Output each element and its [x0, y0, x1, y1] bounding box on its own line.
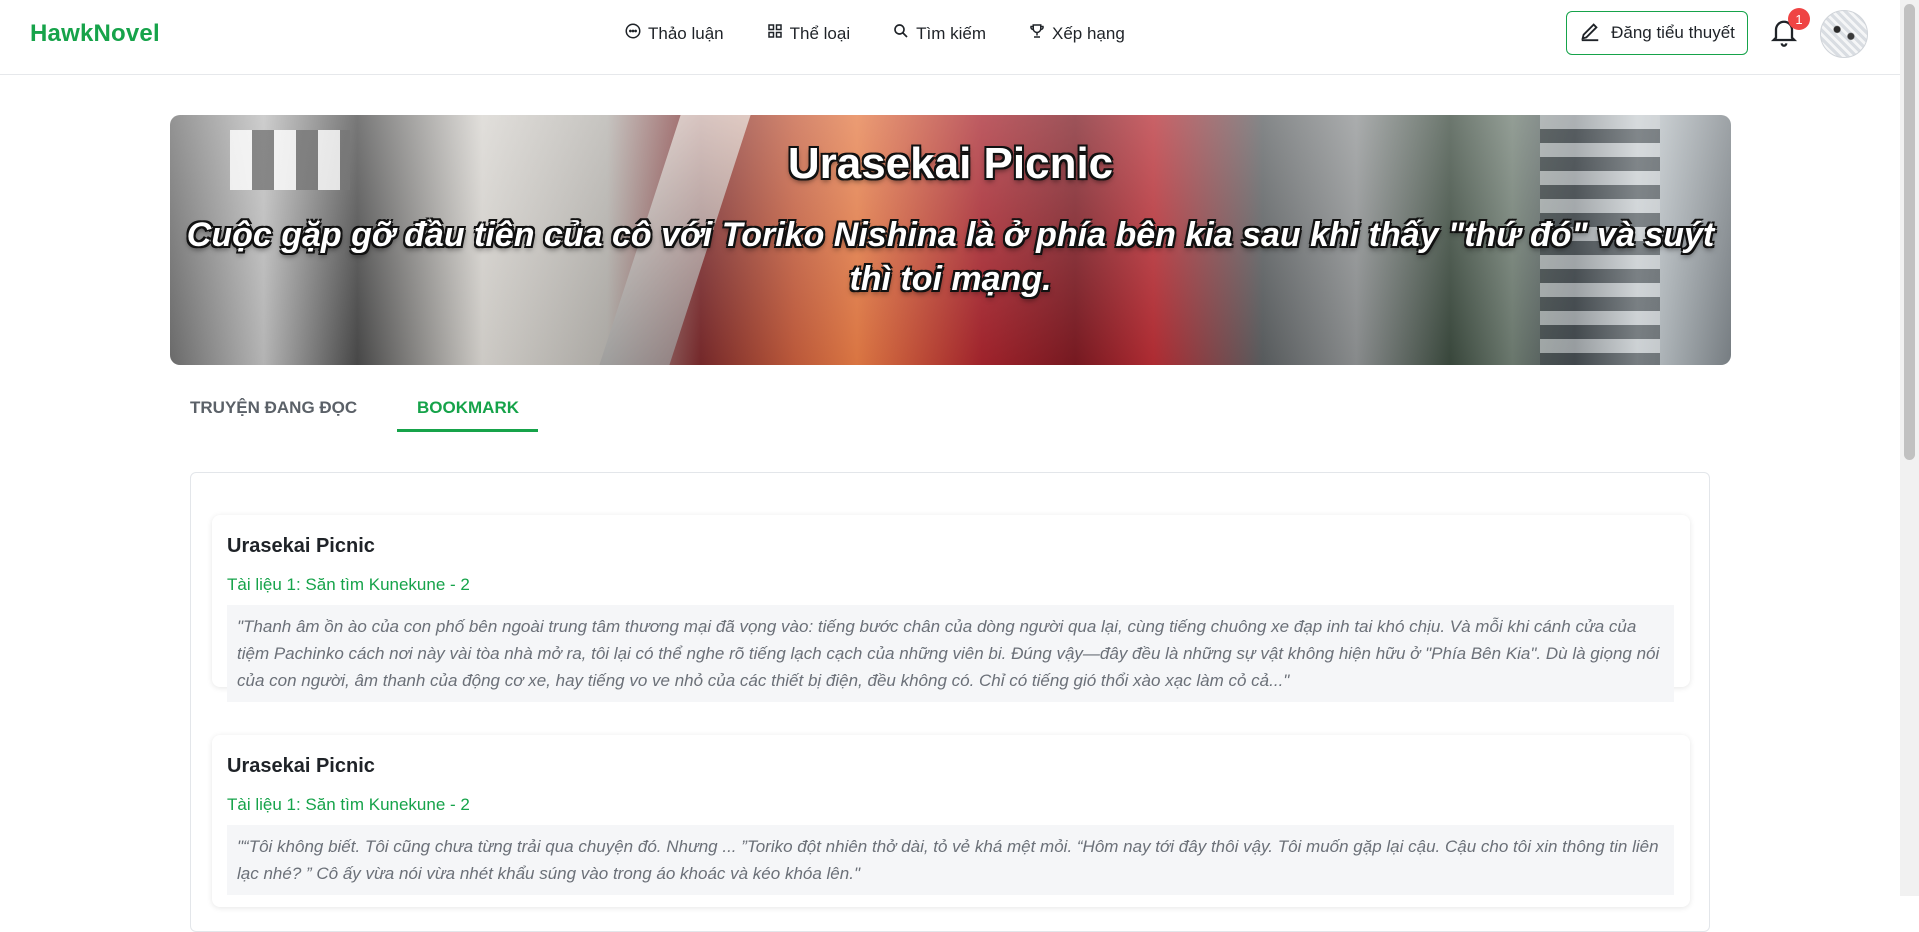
nav-genres-label: Thể loại — [789, 23, 851, 43]
bookmark-novel-title: Urasekai Picnic — [227, 755, 375, 777]
bookmark-panel: Urasekai Picnic Tài liệu 1: Săn tìm Kune… — [190, 472, 1710, 932]
pencil-icon — [1579, 20, 1601, 47]
bookmark-card[interactable]: Urasekai Picnic Tài liệu 1: Săn tìm Kune… — [212, 735, 1690, 907]
hero-subtitle: Cuộc gặp gỡ đầu tiên của cô với Toriko N… — [186, 216, 1715, 298]
nav-ranking-label: Xếp hạng — [1052, 23, 1125, 43]
post-novel-label: Đăng tiểu thuyết — [1611, 23, 1735, 42]
nav-ranking[interactable]: Xếp hạng — [1028, 22, 1125, 45]
active-tab-indicator — [397, 429, 538, 432]
trophy-icon — [1028, 22, 1046, 45]
main-nav: Thảo luận Thể loại Tìm kiếm Xếp hạng — [624, 22, 1125, 45]
page-scrollbar[interactable] — [1900, 0, 1919, 896]
chat-bubble-icon — [624, 22, 642, 45]
user-avatar[interactable] — [1820, 10, 1868, 58]
nav-genres[interactable]: Thể loại — [766, 22, 850, 45]
nav-search[interactable]: Tìm kiếm — [892, 22, 986, 45]
bell-icon — [1770, 20, 1798, 52]
bookmark-novel-title: Urasekai Picnic — [227, 535, 375, 557]
hero-title: Urasekai Picnic — [787, 139, 1114, 188]
search-icon — [892, 22, 910, 45]
tab-reading[interactable]: TRUYỆN ĐANG ĐỌC — [190, 398, 357, 418]
post-novel-button[interactable]: Đăng tiểu thuyết — [1566, 11, 1748, 55]
bookmark-quote: "“Tôi không biết. Tôi cũng chưa từng trả… — [227, 825, 1674, 895]
bookmark-card[interactable]: Urasekai Picnic Tài liệu 1: Săn tìm Kune… — [212, 515, 1690, 702]
bookmark-chapter-link[interactable]: Tài liệu 1: Săn tìm Kunekune - 2 — [227, 795, 470, 815]
bookmark-chapter-link[interactable]: Tài liệu 1: Săn tìm Kunekune - 2 — [227, 575, 470, 595]
nav-discussion[interactable]: Thảo luận — [624, 22, 724, 45]
tab-bookmark[interactable]: BOOKMARK — [417, 398, 519, 418]
grid-icon — [766, 22, 784, 45]
scrollbar-thumb[interactable] — [1904, 4, 1915, 460]
brand-logo[interactable]: HawkNovel — [30, 20, 160, 48]
top-navigation-bar: HawkNovel Thảo luận Thể loại Tìm kiếm Xế… — [0, 0, 1900, 75]
nav-search-label: Tìm kiếm — [916, 23, 986, 43]
nav-discussion-label: Thảo luận — [648, 23, 724, 43]
bookmark-quote: "Thanh âm ồn ào của con phố bên ngoài tr… — [227, 605, 1674, 702]
notification-badge: 1 — [1788, 8, 1810, 30]
novel-hero-banner: Urasekai Picnic Cuộc gặp gỡ đầu tiên của… — [170, 115, 1731, 365]
